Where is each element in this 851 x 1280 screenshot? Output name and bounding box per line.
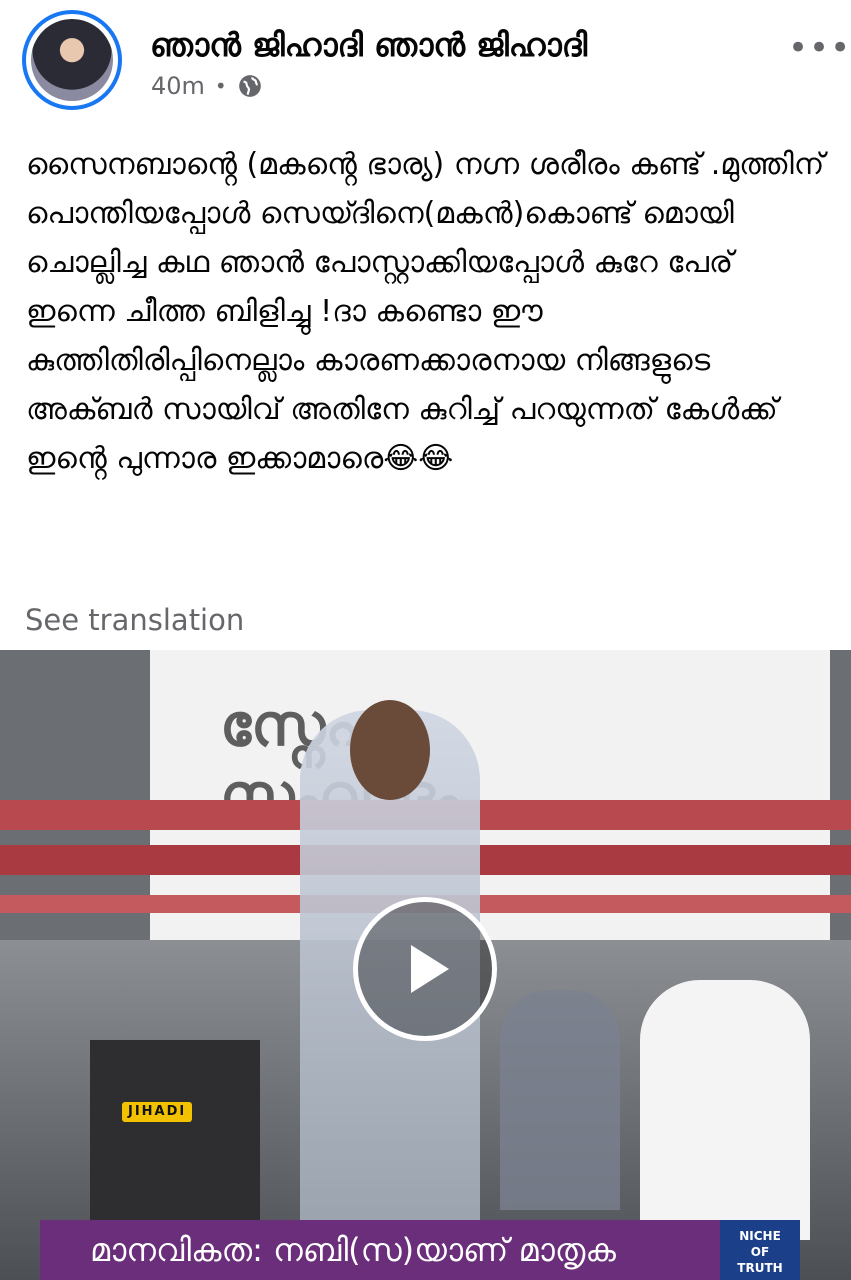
video-player[interactable]: സ്നേഹ സംവാദം JIHADI മാനവികത: നബി(സ)യാണ് … — [0, 650, 851, 1280]
globe-icon[interactable] — [237, 73, 263, 99]
avatar[interactable] — [22, 10, 122, 110]
post-meta: 40m • — [151, 72, 263, 100]
channel-logo-line: TRUTH — [737, 1261, 783, 1275]
author-name[interactable]: ഞാൻ ജിഹാദി ഞാൻ ജിഹാദി — [150, 26, 587, 65]
channel-logo-line: NICHE — [739, 1229, 781, 1243]
watermark: JIHADI — [122, 1102, 193, 1122]
post-time[interactable]: 40m — [151, 72, 205, 100]
channel-logo-line: OF — [750, 1245, 770, 1259]
seated-person — [640, 980, 810, 1240]
speaker-head — [350, 700, 430, 800]
chair — [90, 1040, 260, 1220]
channel-logo: NICHE OF TRUTH — [720, 1220, 800, 1280]
post-header: ഞാൻ ജിഹാദി ഞാൻ ജിഹാദി 40m • ••• — [0, 0, 851, 120]
meta-separator: • — [214, 74, 227, 98]
see-translation-link[interactable]: See translation — [25, 603, 244, 637]
video-caption: മാനവികത: നബി(സ)യാണ് മാതൃക — [40, 1220, 730, 1280]
more-options-button[interactable]: ••• — [788, 28, 851, 68]
seated-person — [500, 990, 620, 1210]
play-triangle — [411, 945, 449, 993]
avatar-image — [31, 19, 113, 101]
post-text: സൈനബാൻ്റെ (മകൻ്റെ ഭാര്യ) നഗ്ന ശരീരം കണ്ട… — [26, 147, 825, 476]
play-icon[interactable] — [353, 897, 497, 1041]
